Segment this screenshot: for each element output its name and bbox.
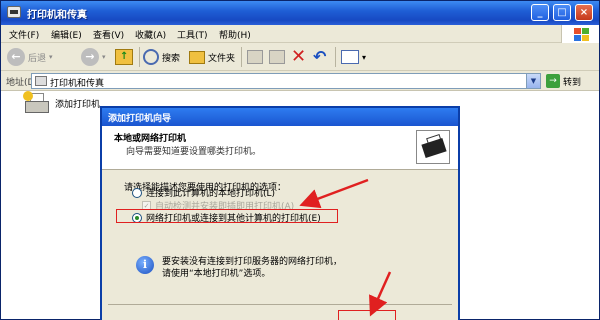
arrow-to-next-button [369, 271, 392, 317]
arrow-to-network-option [299, 178, 369, 209]
annotation-arrows [299, 178, 392, 317]
